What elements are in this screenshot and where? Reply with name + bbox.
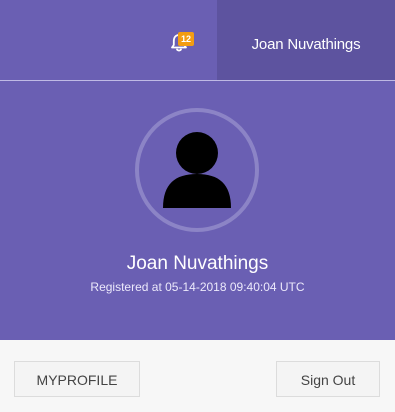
sign-out-button[interactable]: Sign Out (276, 361, 380, 397)
my-profile-button[interactable]: MYPROFILE (14, 361, 140, 397)
user-menu-dropdown: 12 Joan Nuvathings Joan Nuvathings Regis… (0, 0, 395, 412)
notifications-button[interactable]: 12 (167, 31, 207, 71)
registration-date: Registered at 05-14-2018 09:40:04 UTC (90, 280, 305, 294)
user-footer: MYPROFILE Sign Out (0, 340, 395, 412)
user-menu-toggle-label: Joan Nuvathings (251, 36, 361, 53)
top-navbar: 12 Joan Nuvathings (0, 0, 395, 90)
user-menu-toggle[interactable]: Joan Nuvathings (217, 0, 395, 90)
user-silhouette-icon (163, 132, 231, 208)
user-name: Joan Nuvathings (126, 253, 269, 274)
notification-count-badge: 12 (178, 32, 194, 46)
user-header-panel: Joan Nuvathings Registered at 05-14-2018… (0, 81, 395, 340)
avatar (135, 108, 259, 232)
